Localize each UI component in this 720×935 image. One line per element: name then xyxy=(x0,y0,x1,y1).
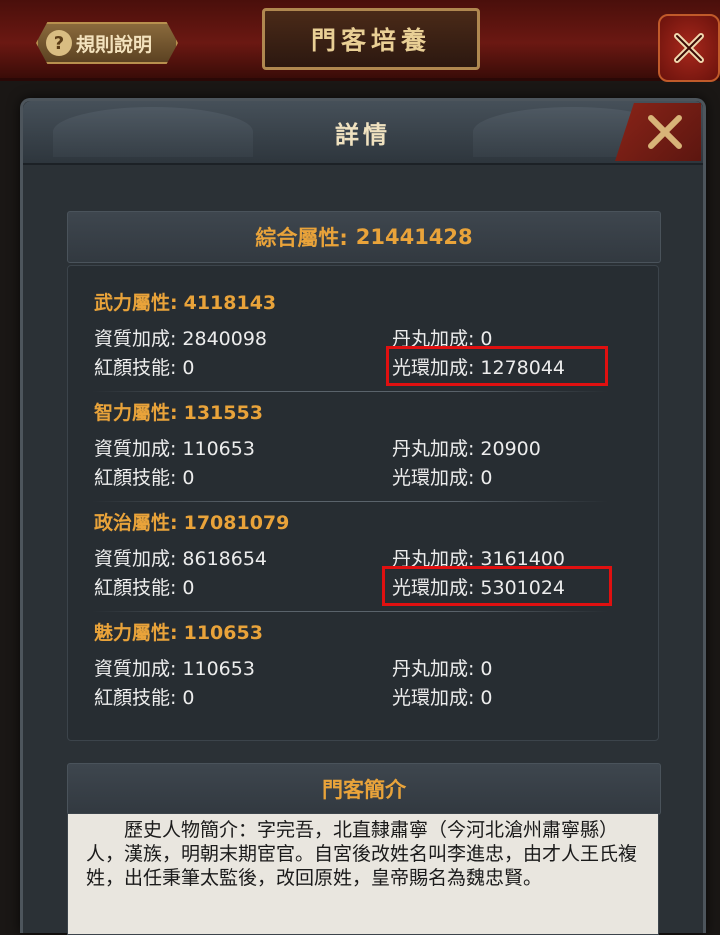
detail-modal: 詳情 綜合屬性: 21441428 武力屬性: 4118143 資質加成: 2840… xyxy=(20,98,706,935)
pill-value: 0 xyxy=(480,658,493,680)
quality-value: 2840098 xyxy=(182,328,268,350)
screen-close-button[interactable] xyxy=(658,14,720,82)
beauty-value: 0 xyxy=(182,577,195,599)
intelligence-attribute: 智力屬性: 131553 xyxy=(94,398,263,425)
screen-title: 門客培養 xyxy=(262,8,480,70)
charm-quality-row: 資質加成: 110653 xyxy=(94,654,255,681)
beauty-label: 紅顏技能: xyxy=(94,357,177,379)
charm-label: 魅力屬性: xyxy=(94,622,178,644)
pill-label: 丹丸加成: xyxy=(392,438,475,460)
intelligence-value: 131553 xyxy=(183,402,263,424)
beauty-label: 紅顏技能: xyxy=(94,687,177,709)
quality-label: 資質加成: xyxy=(94,548,177,570)
intelligence-pill-row: 丹丸加成: 20900 xyxy=(392,434,541,461)
force-value: 4118143 xyxy=(183,292,277,314)
quality-value: 8618654 xyxy=(182,548,268,570)
intelligence-beauty-row: 紅顏技能: 0 xyxy=(94,463,195,490)
beauty-label: 紅顏技能: xyxy=(94,467,177,489)
quality-value: 110653 xyxy=(182,438,255,460)
close-icon xyxy=(648,115,682,149)
total-label: 綜合屬性: xyxy=(255,226,348,250)
halo-label: 光環加成: xyxy=(392,467,475,489)
highlight-box xyxy=(386,346,608,386)
rules-label: 規則說明 xyxy=(76,33,153,56)
modal-header: 詳情 xyxy=(23,101,703,165)
intelligence-halo-row: 光環加成: 0 xyxy=(392,463,493,490)
charm-value: 110653 xyxy=(183,622,263,644)
bio-panel: 歷史人物簡介：字完吾，北直隸肅寧（今河北滄州肅寧縣）人，漢族，明朝末期宦官。自宮… xyxy=(67,813,659,935)
politics-value: 17081079 xyxy=(183,512,290,534)
beauty-value: 0 xyxy=(182,467,195,489)
stats-panel: 武力屬性: 4118143 資質加成: 2840098 丹丸加成: 0 紅顏技能: 0 … xyxy=(67,265,659,741)
intelligence-quality-row: 資質加成: 110653 xyxy=(94,434,255,461)
divider xyxy=(92,501,608,502)
force-quality-row: 資質加成: 2840098 xyxy=(94,324,267,351)
top-bar: ? 規則說明 門客培養 xyxy=(0,0,720,82)
total-value: 21441428 xyxy=(355,225,473,249)
force-label: 武力屬性: xyxy=(94,292,178,314)
charm-beauty-row: 紅顏技能: 0 xyxy=(94,683,195,710)
beauty-label: 紅顏技能: xyxy=(94,577,177,599)
force-beauty-row: 紅顏技能: 0 xyxy=(94,353,195,380)
halo-value: 0 xyxy=(480,687,493,709)
halo-label: 光環加成: xyxy=(392,687,475,709)
highlight-box xyxy=(382,566,612,606)
charm-attribute: 魅力屬性: 110653 xyxy=(94,618,263,645)
charm-halo-row: 光環加成: 0 xyxy=(392,683,493,710)
bio-header: 門客簡介 xyxy=(67,763,661,815)
intelligence-label: 智力屬性: xyxy=(94,402,178,424)
quality-label: 資質加成: xyxy=(94,328,177,350)
politics-quality-row: 資質加成: 8618654 xyxy=(94,544,267,571)
quality-label: 資質加成: xyxy=(94,658,177,680)
charm-pill-row: 丹丸加成: 0 xyxy=(392,654,493,681)
divider xyxy=(92,391,608,392)
politics-beauty-row: 紅顏技能: 0 xyxy=(94,573,195,600)
beauty-value: 0 xyxy=(182,357,195,379)
close-icon xyxy=(674,33,704,63)
total-attribute-header: 綜合屬性: 21441428 xyxy=(67,211,661,263)
force-attribute: 武力屬性: 4118143 xyxy=(94,288,276,315)
modal-title: 詳情 xyxy=(335,121,391,149)
bio-text: 歷史人物簡介：字完吾，北直隸肅寧（今河北滄州肅寧縣）人，漢族，明朝末期宦官。自宮… xyxy=(86,819,638,889)
quality-value: 110653 xyxy=(182,658,255,680)
divider xyxy=(92,611,608,612)
beauty-value: 0 xyxy=(182,687,195,709)
question-icon: ? xyxy=(46,30,72,56)
politics-attribute: 政治屬性: 17081079 xyxy=(94,508,289,535)
halo-value: 0 xyxy=(480,467,493,489)
pill-value: 20900 xyxy=(480,438,541,460)
politics-label: 政治屬性: xyxy=(94,512,178,534)
pill-label: 丹丸加成: xyxy=(392,658,475,680)
rules-button[interactable]: ? 規則說明 xyxy=(36,22,178,64)
quality-label: 資質加成: xyxy=(94,438,177,460)
